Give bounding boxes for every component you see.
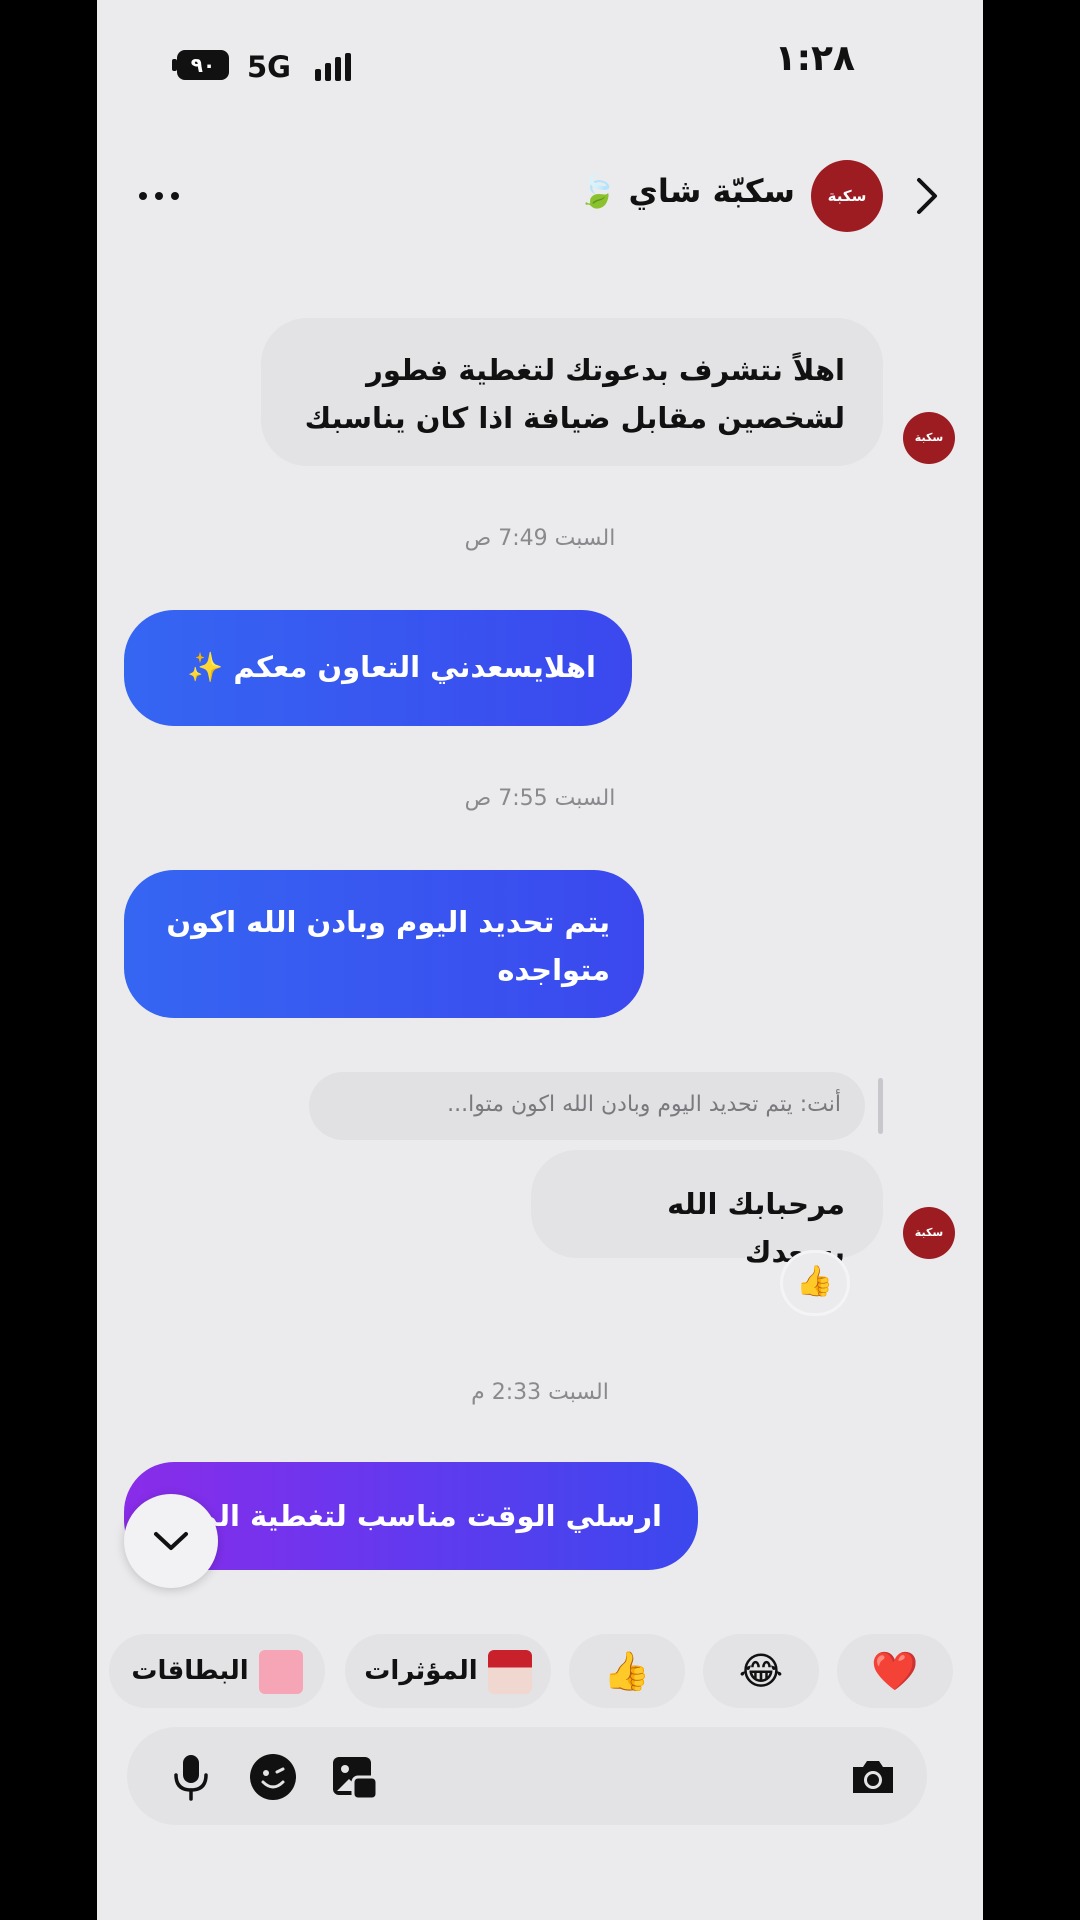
quick-reply-thumbs-up[interactable]: 👍 — [569, 1634, 685, 1708]
effects-button[interactable]: المؤثرات — [345, 1634, 551, 1708]
timestamp: السبت 7:49 ص — [464, 526, 616, 551]
contact-avatar[interactable]: سكبة — [811, 160, 883, 232]
cards-button[interactable]: البطاقات — [109, 1634, 325, 1708]
outgoing-message[interactable]: يتم تحديد اليوم وبادن الله اكون متواجده — [124, 870, 644, 1018]
chevron-right-icon[interactable] — [909, 172, 945, 220]
signal-icon — [315, 53, 359, 81]
reply-indicator-bar — [878, 1078, 883, 1134]
microphone-icon[interactable] — [165, 1751, 217, 1803]
chevron-down-icon — [154, 1532, 188, 1550]
status-time: ١:٢٨ — [774, 38, 855, 79]
scroll-down-button[interactable] — [124, 1494, 218, 1588]
timestamp: السبت 2:33 م — [471, 1380, 609, 1405]
battery-icon: ٩٠ — [177, 50, 229, 80]
message-reaction[interactable]: 👍 — [783, 1253, 847, 1313]
camera-icon[interactable] — [847, 1751, 899, 1803]
message-composer[interactable] — [127, 1727, 927, 1825]
reply-quote[interactable]: أنت: يتم تحديد اليوم وبادن الله اكون متو… — [309, 1072, 865, 1140]
gallery-icon[interactable] — [329, 1751, 381, 1803]
effects-thumbnail — [487, 1649, 532, 1694]
incoming-message[interactable]: مرحبابك الله يسعدك — [531, 1150, 883, 1269]
sticker-icon[interactable] — [247, 1751, 299, 1803]
sender-avatar[interactable]: سكبة — [903, 412, 955, 464]
network-type: 5G — [247, 50, 291, 84]
incoming-message[interactable]: اهلاً نتشرف بدعوتك لتغطية فطور لشخصين مق… — [261, 318, 883, 466]
effects-label: المؤثرات — [364, 1656, 478, 1686]
chat-screen: ١:٢٨ ٩٠ 5G سكبّة شاي 🍃 سكبة اهلاً نتشرف … — [97, 0, 983, 1920]
outgoing-message[interactable]: اهلايسعدني التعاون معكم ✨ — [124, 610, 632, 726]
quick-reply-heart[interactable]: ❤️ — [837, 1634, 953, 1708]
gift-card-icon — [258, 1649, 303, 1694]
more-horizontal-icon[interactable] — [135, 176, 185, 216]
cards-label: البطاقات — [131, 1656, 249, 1686]
sender-avatar[interactable]: سكبة — [903, 1207, 955, 1259]
quick-reply-laugh[interactable]: 😂 — [703, 1634, 819, 1708]
timestamp: السبت 7:55 ص — [464, 786, 616, 811]
chat-header: سكبّة شاي 🍃 سكبة — [97, 150, 983, 240]
contact-name[interactable]: سكبّة شاي 🍃 — [578, 172, 795, 210]
